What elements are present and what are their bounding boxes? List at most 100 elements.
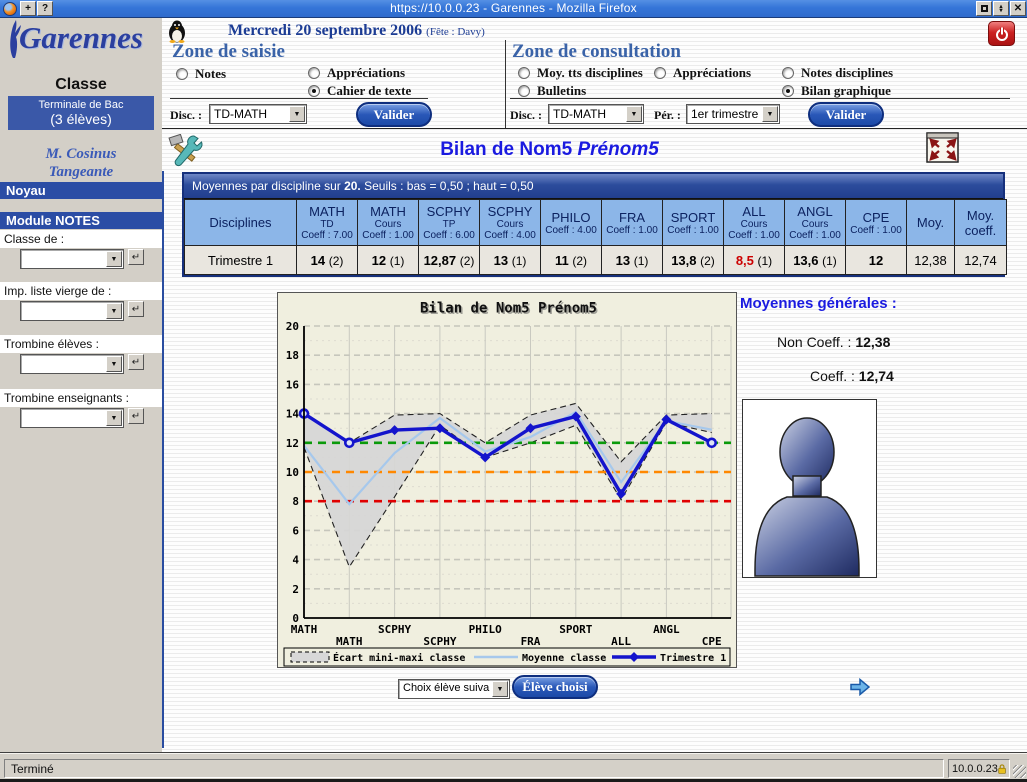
divider — [505, 40, 506, 128]
periode-dropdown[interactable]: 1er trimestre▼ — [686, 104, 780, 124]
svg-text:4: 4 — [292, 554, 299, 567]
dropdown-arrow-icon[interactable]: ▼ — [626, 106, 642, 122]
disc-label-saisie: Disc. : — [170, 108, 202, 123]
disc-dropdown-consultation[interactable]: TD-MATH▼ — [548, 104, 644, 124]
radio-notes-disciplines[interactable]: Notes disciplines — [782, 65, 893, 81]
valider-button-consultation[interactable]: Valider — [808, 102, 884, 127]
divider — [170, 98, 428, 99]
svg-text:18: 18 — [286, 349, 299, 362]
grades-table-grid: DisciplinesMATHTDCoeff : 7.00MATHCoursCo… — [184, 199, 1007, 275]
grade-cell: 14 (2) — [297, 246, 358, 275]
valider-button-saisie[interactable]: Valider — [356, 102, 432, 127]
dropdown-arrow-icon[interactable]: ▼ — [106, 410, 122, 426]
radio-notes[interactable]: Notes — [176, 66, 226, 82]
fullscreen-icon[interactable] — [926, 132, 960, 164]
grade-cell: 8,5 (1) — [724, 246, 785, 275]
radio-icon[interactable] — [518, 85, 530, 97]
radio-label: Appréciations — [327, 65, 405, 81]
svg-text:MATH: MATH — [336, 635, 363, 648]
svg-text:ANGL: ANGL — [653, 623, 680, 636]
radio-icon[interactable] — [308, 67, 320, 79]
host-text: 10.0.0.23 — [952, 763, 998, 775]
table-header-scphy: SCPHYTPCoeff : 6.00 — [419, 200, 480, 246]
disc-dropdown-saisie[interactable]: TD-MATH▼ — [209, 104, 307, 124]
radio-label: Bilan graphique — [801, 83, 891, 99]
radio-moy-tts-disciplines[interactable]: Moy. tts disciplines — [518, 65, 643, 81]
radio-label: Bulletins — [537, 83, 586, 99]
close-button[interactable]: ✕ — [1010, 1, 1026, 16]
dropdown-arrow-icon[interactable]: ▼ — [106, 303, 122, 319]
grades-table-caption: Moyennes par discipline sur 20. Seuils :… — [184, 174, 1003, 199]
radio-label: Cahier de texte — [327, 83, 411, 99]
status-text: Terminé — [11, 762, 54, 776]
maximize-button[interactable] — [976, 1, 992, 16]
radio-appreciations-saisie[interactable]: Appréciations — [308, 65, 405, 81]
radio-icon[interactable] — [518, 67, 530, 79]
eleve-choisi-button[interactable]: Élève choisi — [512, 675, 598, 699]
tux-penguin-icon — [167, 20, 188, 43]
sidebar-section-module-notes[interactable]: Module NOTES — [0, 212, 162, 229]
radio-icon[interactable] — [782, 67, 794, 79]
person-silhouette-icon — [743, 400, 876, 577]
shade-button[interactable]: ▴▾ — [993, 1, 1009, 16]
trombine-eleves-go-button[interactable]: ↵ — [128, 354, 144, 370]
table-header-philo: PHILOCoeff : 4.00 — [541, 200, 602, 246]
row-label: Trimestre 1 — [185, 246, 297, 275]
bilan-chart: 02468101214161820MATHMATHSCPHYSCPHYPHILO… — [277, 292, 737, 668]
table-header-angl: ANGLCoursCoeff : 1.00 — [785, 200, 846, 246]
classe-de-label: Classe de : — [0, 230, 162, 248]
dropdown-arrow-icon[interactable]: ▼ — [762, 106, 778, 122]
main-content: Mercredi 20 septembre 2006 (Fête : Davy)… — [162, 18, 1027, 752]
table-header-scphy: SCPHYCoursCoeff : 4.00 — [480, 200, 541, 246]
dropdown-arrow-icon[interactable]: ▼ — [106, 251, 122, 267]
radio-icon[interactable] — [308, 85, 320, 97]
student-lastname: Nom5 — [519, 139, 572, 160]
classe-de-dropdown[interactable]: ▼ — [20, 249, 124, 269]
radio-icon[interactable] — [654, 67, 666, 79]
zone-consultation-title: Zone de consultation — [512, 41, 681, 63]
svg-text:Trimestre 1: Trimestre 1 — [660, 652, 726, 664]
radio-label: Appréciations — [673, 65, 751, 81]
table-header-cpe: CPECoeff : 1.00 — [846, 200, 907, 246]
svg-text:MATH: MATH — [291, 623, 318, 636]
maximize-icon — [981, 5, 988, 12]
coeff-value: 12,74 — [859, 368, 894, 384]
padlock-icon[interactable] — [998, 762, 1006, 776]
disc-label-consultation: Disc. : — [510, 108, 542, 123]
table-corner-header: Disciplines — [185, 200, 297, 246]
choix-eleve-dropdown[interactable]: Choix élève suivant▼ — [398, 679, 510, 699]
dropdown-arrow-icon[interactable]: ▼ — [106, 356, 122, 372]
resize-grip[interactable] — [1013, 765, 1026, 778]
host-panel: 10.0.0.23 — [948, 759, 1010, 778]
imp-liste-label: Imp. liste vierge de : — [0, 282, 162, 300]
trombine-eleves-label: Trombine élèves : — [0, 335, 162, 353]
sidebar-section-noyau[interactable]: Noyau — [0, 182, 162, 199]
imp-liste-dropdown[interactable]: ▼ — [20, 301, 124, 321]
table-header-moy: Moy. — [907, 200, 955, 246]
logout-button[interactable] — [988, 21, 1015, 46]
classe-de-go-button[interactable]: ↵ — [128, 249, 144, 265]
trombine-enseignants-go-button[interactable]: ↵ — [128, 408, 144, 424]
trombine-enseignants-dropdown[interactable]: ▼ — [20, 408, 124, 428]
trombine-eleves-dropdown[interactable]: ▼ — [20, 354, 124, 374]
student-firstname: Prénom5 — [577, 139, 658, 160]
grade-cell: 13,8 (2) — [663, 246, 724, 275]
next-student-arrow-icon[interactable] — [850, 678, 870, 696]
radio-label: Notes — [195, 66, 226, 82]
dropdown-arrow-icon[interactable]: ▼ — [289, 106, 305, 122]
page-title-prefix: Bilan de — [440, 139, 519, 160]
svg-text:CPE: CPE — [702, 635, 722, 648]
svg-text:2: 2 — [292, 583, 299, 596]
radio-bulletins[interactable]: Bulletins — [518, 83, 586, 99]
radio-cahier-de-texte[interactable]: Cahier de texte — [308, 83, 411, 99]
table-header-all: ALLCoursCoeff : 1.00 — [724, 200, 785, 246]
dropdown-arrow-icon[interactable]: ▼ — [492, 681, 508, 697]
radio-bilan-graphique[interactable]: Bilan graphique — [782, 83, 891, 99]
imp-liste-go-button[interactable]: ↵ — [128, 301, 144, 317]
moyennes-generales-title: Moyennes générales : — [740, 295, 897, 312]
date-text: Mercredi 20 septembre 2006 — [228, 22, 422, 39]
radio-icon[interactable] — [782, 85, 794, 97]
radio-icon[interactable] — [176, 68, 188, 80]
radio-appreciations-consultation[interactable]: Appréciations — [654, 65, 751, 81]
coeff-row: Coeff. : 12,74 — [810, 368, 894, 384]
